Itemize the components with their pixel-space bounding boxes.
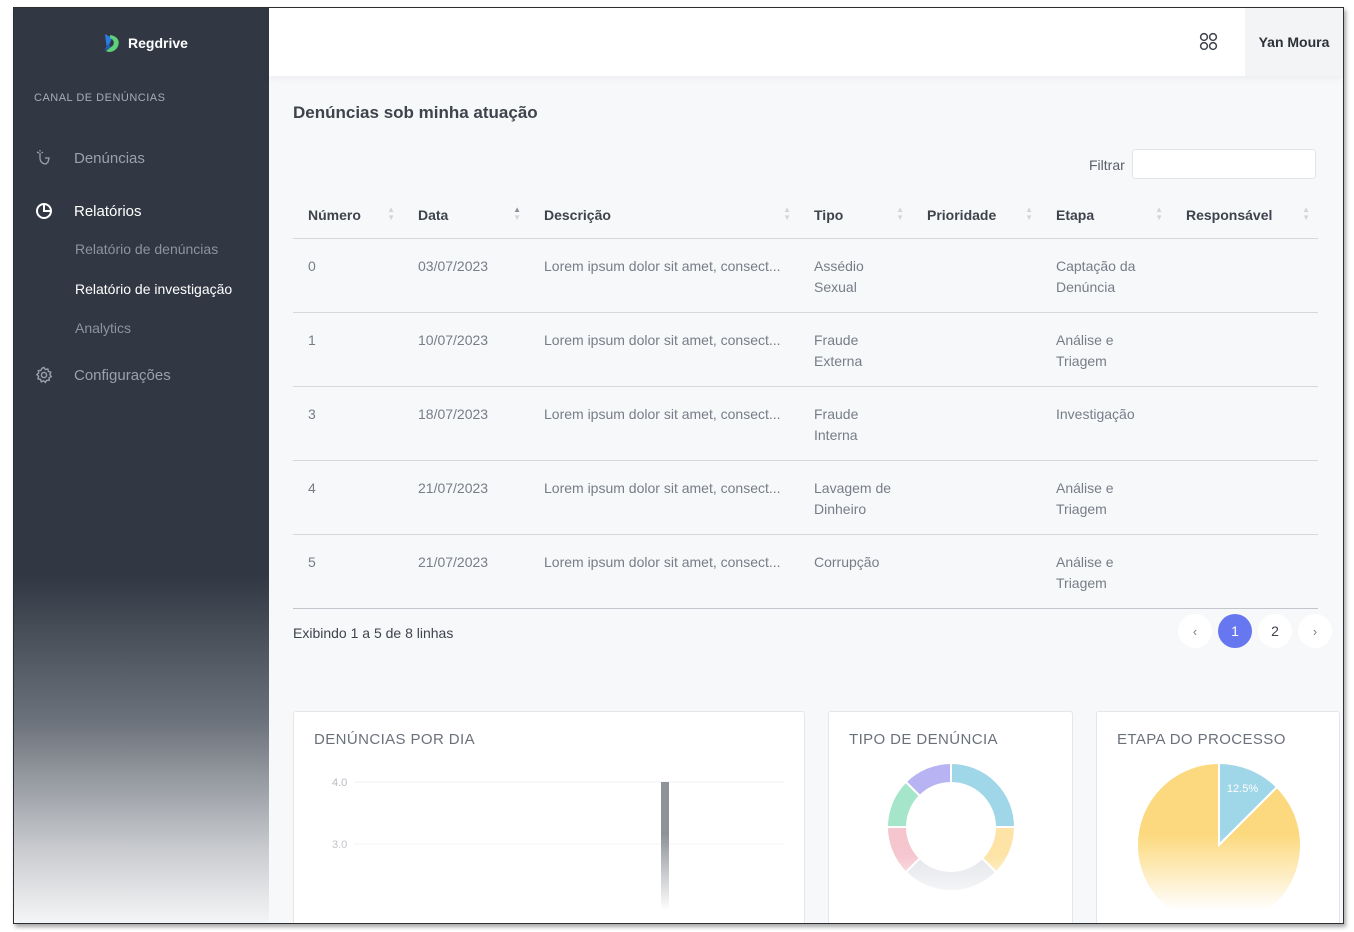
column-header-descricao[interactable]: Descrição ▲ ▼ — [529, 192, 799, 239]
user-menu[interactable]: Yan Moura — [1245, 8, 1343, 76]
sort-icon: ▲ ▼ — [1025, 205, 1033, 222]
table-row[interactable]: 4 21/07/2023 Lorem ipsum dolor sit amet,… — [293, 460, 1318, 535]
section-label: CANAL DE DENÚNCIAS — [34, 92, 166, 104]
brand-name: Regdrive — [128, 35, 188, 51]
gear-icon — [34, 365, 54, 385]
cell-prioridade — [912, 386, 1041, 461]
column-header-etapa[interactable]: Etapa ▲ ▼ — [1041, 192, 1171, 239]
column-header-tipo[interactable]: Tipo ▲ ▼ — [799, 192, 912, 239]
regdrive-logo-icon — [104, 34, 119, 52]
cell-data: 18/07/2023 — [403, 386, 529, 461]
cell-numero: 5 — [293, 534, 403, 609]
cell-numero: 1 — [293, 312, 403, 387]
column-header-numero[interactable]: Número ▲ ▼ — [293, 192, 403, 239]
cell-tipo: Corrupção — [799, 534, 912, 609]
pie-chart-icon — [34, 201, 54, 221]
cell-etapa: Análise e Triagem — [1041, 460, 1171, 535]
top-header: Yan Moura — [269, 8, 1343, 76]
filter-label: Filtrar — [1089, 157, 1125, 173]
page-title: Denúncias sob minha atuação — [293, 103, 538, 122]
logo[interactable]: Regdrive — [102, 32, 188, 54]
next-page-button[interactable]: › — [1298, 614, 1332, 648]
sort-icon: ▲ ▼ — [1302, 205, 1310, 222]
column-header-data[interactable]: Data ▲ ▼ — [403, 192, 529, 239]
sidebar-subitem-relatorio-investigacao[interactable]: Relatório de investigação — [75, 281, 232, 297]
cell-responsavel — [1171, 386, 1318, 461]
cell-etapa: Captação da Denúncia — [1041, 238, 1171, 313]
cell-descricao: Lorem ipsum dolor sit amet, consect... — [529, 312, 799, 387]
column-header-responsavel[interactable]: Responsável ▲ ▼ — [1171, 192, 1318, 239]
sidebar-item-label: Relatórios — [74, 202, 142, 220]
card-tipo-de-denuncia: TIPO DE DENÚNCIA — [828, 711, 1073, 923]
cell-descricao: Lorem ipsum dolor sit amet, consect... — [529, 386, 799, 461]
cell-responsavel — [1171, 460, 1318, 535]
cell-responsavel — [1171, 534, 1318, 609]
table-row[interactable]: 0 03/07/2023 Lorem ipsum dolor sit amet,… — [293, 238, 1318, 313]
cell-responsavel — [1171, 312, 1318, 387]
cell-prioridade — [912, 312, 1041, 387]
sidebar-item-configuracoes[interactable]: Configurações — [34, 365, 171, 385]
cell-descricao: Lorem ipsum dolor sit amet, consect... — [529, 238, 799, 313]
cell-prioridade — [912, 460, 1041, 535]
cell-tipo: Fraude Externa — [799, 312, 912, 387]
pagination-info: Exibindo 1 a 5 de 8 linhas — [293, 625, 454, 641]
card-etapa-do-processo: ETAPA DO PROCESSO 12.5% — [1096, 711, 1340, 923]
apps-grid-icon[interactable] — [1198, 31, 1220, 53]
cell-etapa: Investigação — [1041, 386, 1171, 461]
sort-icon: ▲ ▼ — [896, 205, 904, 222]
sidebar-subitem-relatorio-denuncias[interactable]: Relatório de denúncias — [75, 241, 218, 257]
prev-page-button[interactable]: ‹ — [1178, 614, 1212, 648]
column-header-prioridade[interactable]: Prioridade ▲ ▼ — [912, 192, 1041, 239]
sort-icon: ▲ ▼ — [783, 205, 791, 222]
sidebar: Regdrive CANAL DE DENÚNCIAS Denúncias Re… — [14, 8, 269, 923]
cell-tipo: Assédio Sexual — [799, 238, 912, 313]
cell-etapa: Análise e Triagem — [1041, 534, 1171, 609]
cell-data: 03/07/2023 — [403, 238, 529, 313]
cell-etapa: Análise e Triagem — [1041, 312, 1171, 387]
sidebar-item-relatorios[interactable]: Relatórios — [34, 201, 142, 221]
hand-pointer-icon — [34, 148, 54, 168]
cell-numero: 3 — [293, 386, 403, 461]
cell-data: 21/07/2023 — [403, 460, 529, 535]
sidebar-item-label: Configurações — [74, 366, 171, 384]
cell-prioridade — [912, 238, 1041, 313]
cell-prioridade — [912, 534, 1041, 609]
card-denuncias-por-dia: DENÚNCIAS POR DIA 4.03.0 — [293, 711, 805, 923]
page-button-2[interactable]: 2 — [1258, 614, 1292, 648]
sort-icon: ▲ ▼ — [1155, 205, 1163, 222]
table-row[interactable]: 3 18/07/2023 Lorem ipsum dolor sit amet,… — [293, 386, 1318, 461]
filter-input[interactable] — [1132, 149, 1316, 179]
sidebar-item-denuncias[interactable]: Denúncias — [34, 148, 145, 168]
cell-data: 21/07/2023 — [403, 534, 529, 609]
app-window: Regdrive CANAL DE DENÚNCIAS Denúncias Re… — [13, 7, 1344, 924]
cell-descricao: Lorem ipsum dolor sit amet, consect... — [529, 534, 799, 609]
y-tick-label: 4.0 — [332, 777, 347, 789]
table-header-row: Número ▲ ▼ Data ▲ ▼ Descrição ▲ ▼ Tipo ▲ ▼ Prior… — [293, 192, 1318, 239]
cell-tipo: Fraude Interna — [799, 386, 912, 461]
cell-descricao: Lorem ipsum dolor sit amet, consect... — [529, 460, 799, 535]
cell-responsavel — [1171, 238, 1318, 313]
sidebar-item-label: Denúncias — [74, 149, 145, 167]
cell-numero: 4 — [293, 460, 403, 535]
cell-tipo: Lavagem de Dinheiro — [799, 460, 912, 535]
sidebar-subitem-analytics[interactable]: Analytics — [75, 320, 131, 336]
donut-slice — [950, 761, 1017, 828]
page-button-1[interactable]: 1 — [1218, 614, 1252, 648]
complaints-table: Número ▲ ▼ Data ▲ ▼ Descrição ▲ ▼ Tipo ▲ ▼ Prior… — [293, 192, 1318, 609]
pagination: ‹ 1 2 › — [1178, 614, 1332, 648]
table-row[interactable]: 5 21/07/2023 Lorem ipsum dolor sit amet,… — [293, 534, 1318, 609]
sort-asc-icon: ▲ ▼ — [513, 205, 521, 222]
cell-data: 10/07/2023 — [403, 312, 529, 387]
sort-icon: ▲ ▼ — [387, 205, 395, 222]
cell-numero: 0 — [293, 238, 403, 313]
table-row[interactable]: 1 10/07/2023 Lorem ipsum dolor sit amet,… — [293, 312, 1318, 387]
pie-data-label: 12.5% — [1227, 783, 1258, 795]
user-name: Yan Moura — [1258, 34, 1330, 50]
